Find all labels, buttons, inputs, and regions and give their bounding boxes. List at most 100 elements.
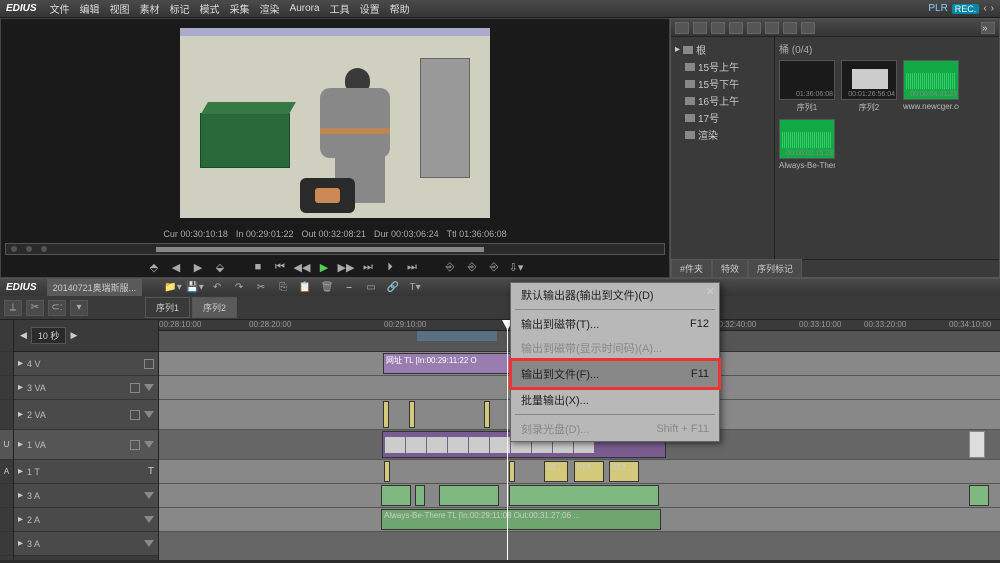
clip-title[interactable]: 01... xyxy=(544,461,568,482)
tree-folder[interactable]: 16号上午 xyxy=(673,92,772,109)
track-header[interactable]: ▸4 V xyxy=(14,352,158,376)
tl-del-icon[interactable]: 🗑 xyxy=(318,281,336,295)
clip-audio[interactable] xyxy=(509,485,659,506)
tl-split-icon[interactable]: ⎯ xyxy=(340,281,358,295)
menu-capture[interactable]: 采集 xyxy=(225,1,255,16)
clip-url[interactable]: 网址 TL [In:00:29:11:22 O xyxy=(383,353,513,374)
clip-marker[interactable] xyxy=(383,401,389,428)
track-header[interactable]: ▸3 A xyxy=(14,532,158,556)
mark-out2-icon[interactable]: ⬙ xyxy=(211,259,229,275)
menu-marker[interactable]: 标记 xyxy=(165,1,195,16)
loop-icon[interactable]: ⏵ xyxy=(381,259,399,275)
track-v-icon[interactable] xyxy=(0,352,13,376)
rewind-icon[interactable]: ⏮ xyxy=(271,259,289,275)
tl-undo-icon[interactable]: ↶ xyxy=(208,281,226,295)
mark-out-icon[interactable]: ▶ xyxy=(189,259,207,275)
track-a-icon[interactable] xyxy=(0,532,13,556)
next-frame-icon[interactable]: ▶▶ xyxy=(337,259,355,275)
tl-open-icon[interactable]: 📁▾ xyxy=(164,281,182,295)
copy-icon[interactable] xyxy=(765,22,779,34)
mode-more-icon[interactable]: ▾ xyxy=(70,300,88,316)
playhead[interactable] xyxy=(507,320,508,560)
track-a-icon[interactable] xyxy=(0,508,13,532)
seq-tab-2[interactable]: 序列2 xyxy=(192,297,237,318)
track-v-icon[interactable]: U xyxy=(0,430,13,460)
menu-clip[interactable]: 素材 xyxy=(135,1,165,16)
paste-icon[interactable] xyxy=(783,22,797,34)
cut-icon[interactable] xyxy=(747,22,761,34)
track-v-icon[interactable] xyxy=(0,400,13,430)
track-lane-3a[interactable] xyxy=(159,484,1000,508)
tl-title-icon[interactable]: T▾ xyxy=(406,281,424,295)
export-dropdown-icon[interactable]: ⇩▾ xyxy=(507,259,525,275)
clip-audio-main[interactable]: Always-Be-There TL [In:00:29:11:08 Out:0… xyxy=(381,509,661,530)
track-header[interactable]: ▸1 VA xyxy=(14,430,158,460)
delete-icon[interactable] xyxy=(801,22,815,34)
mode-multi-icon[interactable]: ⊂: xyxy=(48,300,66,316)
prev-frame-icon[interactable]: ◀◀ xyxy=(293,259,311,275)
track-header[interactable]: ▸1 TT xyxy=(14,460,158,484)
clip-title[interactable]: 012... xyxy=(574,461,604,482)
menu-aurora[interactable]: Aurora xyxy=(285,3,325,14)
menu-edit[interactable]: 编辑 xyxy=(75,1,105,16)
scrub-bar[interactable] xyxy=(5,243,665,255)
ffwd-icon[interactable]: ⏭ xyxy=(359,259,377,275)
folder-icon[interactable] xyxy=(675,22,689,34)
tl-save-icon[interactable]: 💾▾ xyxy=(186,281,204,295)
tl-group-icon[interactable]: ▭ xyxy=(362,281,380,295)
clip-audio[interactable] xyxy=(381,485,411,506)
menu-output-file[interactable]: 输出到文件(F)...F11 xyxy=(511,360,719,388)
clip-marker[interactable] xyxy=(484,401,490,428)
tree-folder[interactable]: 渲染 xyxy=(673,126,772,143)
view-icon[interactable] xyxy=(729,22,743,34)
bin-clip[interactable]: 01:36:06:08序列1 xyxy=(779,60,835,113)
bin-clip[interactable]: 00:00:02:15:23Always-Be-There xyxy=(779,119,835,170)
tl-paste-icon[interactable]: 📋 xyxy=(296,281,314,295)
menu-view[interactable]: 视图 xyxy=(105,1,135,16)
tree-root[interactable]: ▸根 xyxy=(673,41,772,58)
menu-help[interactable]: 帮助 xyxy=(385,1,415,16)
track-v-icon[interactable] xyxy=(0,376,13,400)
tl-redo-icon[interactable]: ↷ xyxy=(230,281,248,295)
menu-file[interactable]: 文件 xyxy=(45,1,75,16)
bin-clip[interactable]: 00:00:04:01:23www.newcger.com xyxy=(903,60,959,113)
tl-cut-icon[interactable]: ✂ xyxy=(252,281,270,295)
chevron-left-icon[interactable]: ‹ xyxy=(983,3,986,14)
menu-settings[interactable]: 设置 xyxy=(355,1,385,16)
mark-in2-icon[interactable]: ◀ xyxy=(167,259,185,275)
track-header[interactable]: ▸2 A xyxy=(14,508,158,532)
clip-audio[interactable] xyxy=(439,485,499,506)
zoom-control[interactable]: ◀10 秒▶ xyxy=(14,320,158,352)
menu-render[interactable]: 渲染 xyxy=(255,1,285,16)
menu-default-exporter[interactable]: 默认输出器(输出到文件)(D) xyxy=(511,283,719,307)
tree-folder[interactable]: 15号下午 xyxy=(673,75,772,92)
tool1-icon[interactable]: ⎆ xyxy=(441,259,459,275)
close-icon[interactable]: ✕ xyxy=(706,285,715,298)
tab-markers[interactable]: 序列标记 xyxy=(748,259,802,278)
stop-icon[interactable]: ■ xyxy=(249,259,267,275)
track-a-icon[interactable] xyxy=(0,484,13,508)
menu-mode[interactable]: 模式 xyxy=(195,1,225,16)
new-icon[interactable] xyxy=(693,22,707,34)
track-a-icon[interactable]: A xyxy=(0,460,13,484)
tab-folders[interactable]: #件夹 xyxy=(671,259,712,278)
menu-tools[interactable]: 工具 xyxy=(325,1,355,16)
mark-in-icon[interactable]: ⬘ xyxy=(145,259,163,275)
menu-output-tape[interactable]: 输出到磁带(T)...F12 xyxy=(511,312,719,336)
chevron-right-icon[interactable]: › xyxy=(991,3,994,14)
play-icon[interactable]: ▶ xyxy=(315,259,333,275)
clip-audio[interactable] xyxy=(969,485,989,506)
mode-trim-icon[interactable]: ✂ xyxy=(26,300,44,316)
clip-marker[interactable] xyxy=(409,401,415,428)
bin-clip[interactable]: 00:01:26:56:04序列2 xyxy=(841,60,897,113)
seq-tab-1[interactable]: 序列1 xyxy=(145,297,190,318)
mode-normal-icon[interactable]: ⟂ xyxy=(4,300,22,316)
tree-folder[interactable]: 17号 xyxy=(673,109,772,126)
track-lane-2a[interactable]: Always-Be-There TL [In:00:29:11:08 Out:0… xyxy=(159,508,1000,532)
track-header[interactable]: ▸3 VA xyxy=(14,376,158,400)
menu-batch-output[interactable]: 批量输出(X)... xyxy=(511,388,719,412)
tool3-icon[interactable]: ⎆ xyxy=(485,259,503,275)
video-monitor[interactable] xyxy=(1,19,669,227)
clip-title[interactable] xyxy=(384,461,390,482)
track-lane-1t[interactable]: 01... 012... 012... xyxy=(159,460,1000,484)
